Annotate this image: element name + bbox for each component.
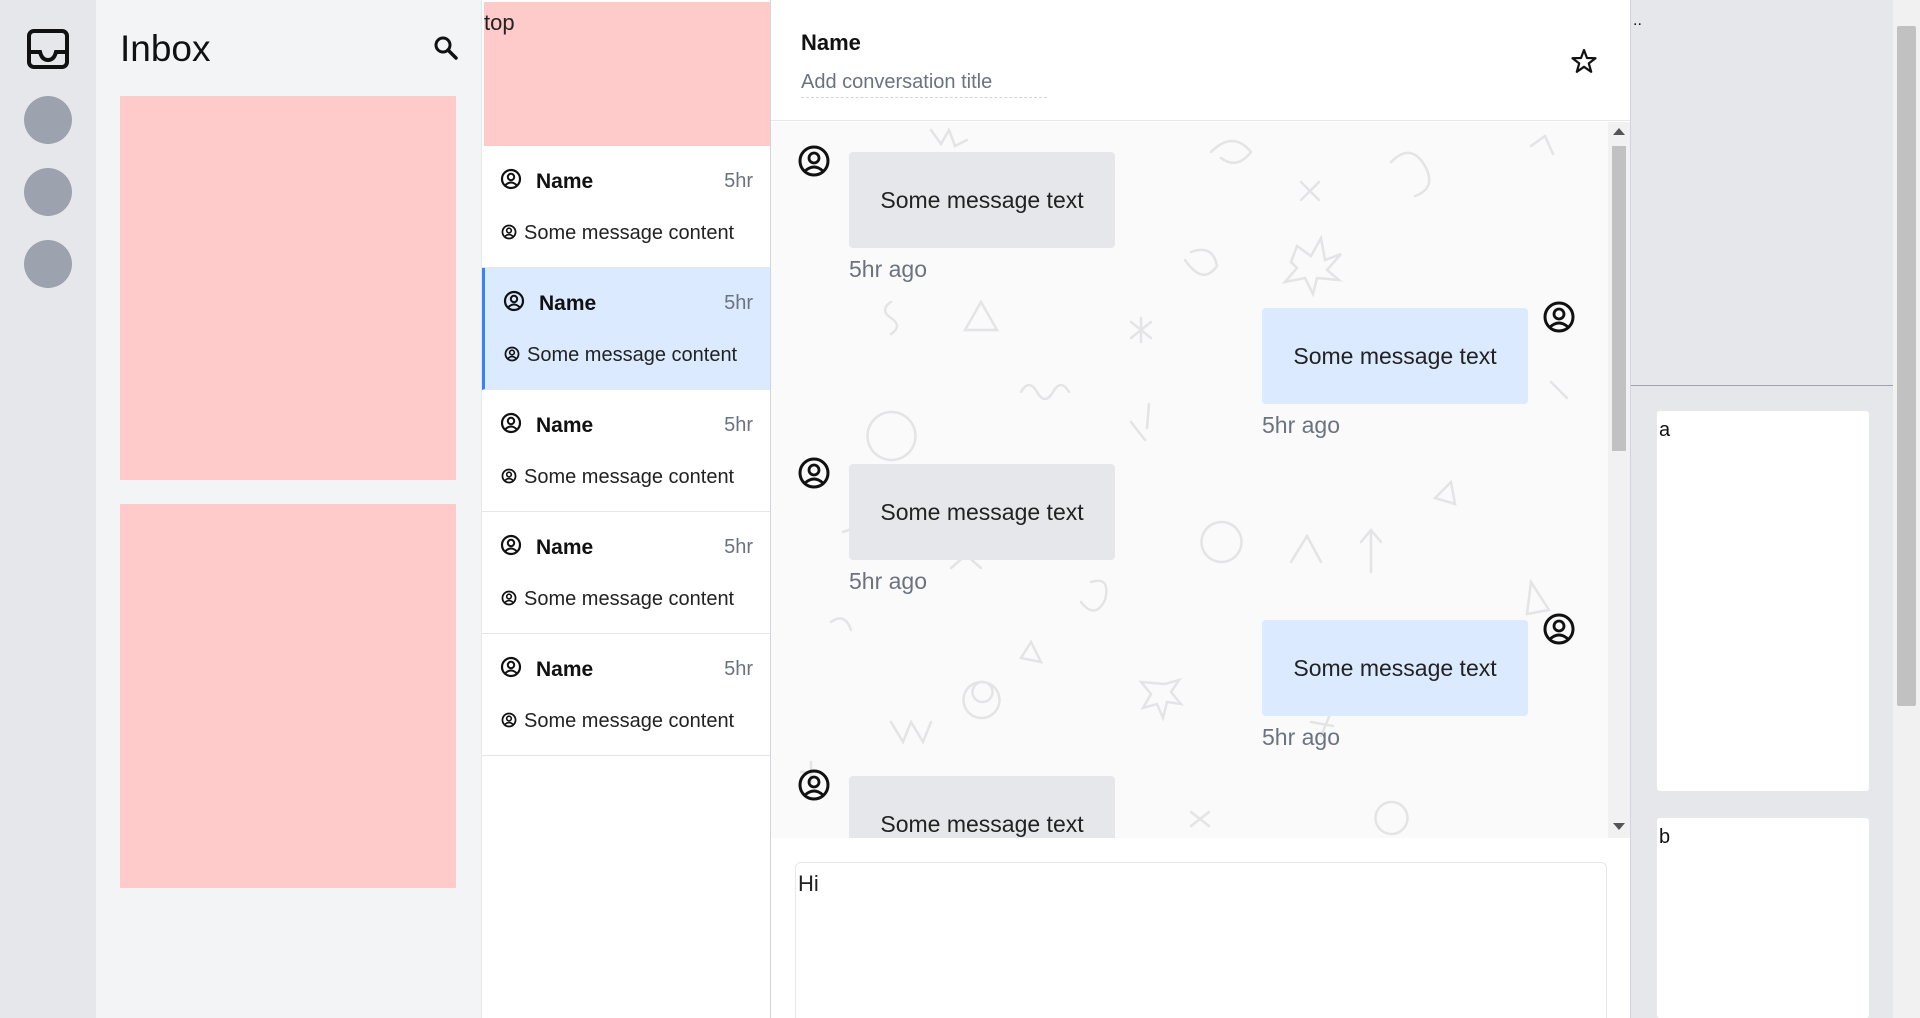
conversation-time: 5hr <box>724 536 753 558</box>
message-timestamp: 5hr ago <box>849 256 928 282</box>
inbox-tray-icon[interactable] <box>26 28 70 70</box>
message-bubble-outgoing: Some message text <box>1262 308 1528 404</box>
conversation-preview: Some message content <box>527 344 738 366</box>
conversation-preview: Some message content <box>524 588 735 610</box>
user-circle-icon <box>798 457 830 489</box>
conversation-preview: Some message content <box>524 710 735 732</box>
right-panel-card-b: b <box>1657 818 1869 1018</box>
star-icon[interactable] <box>1571 48 1597 74</box>
card-label: b <box>1659 826 1671 848</box>
app-rail <box>0 0 96 1018</box>
user-circle-icon <box>500 534 522 556</box>
rail-nav-dot-3[interactable] <box>24 240 72 288</box>
conversation-item[interactable]: Name 5hr Some message content <box>482 512 771 634</box>
message-bubble-incoming: Some message text <box>849 152 1115 248</box>
message-timestamp: 5hr ago <box>849 568 928 594</box>
divider <box>1631 385 1894 386</box>
rail-nav-dot-2[interactable] <box>24 168 72 216</box>
user-circle-icon <box>500 412 522 434</box>
right-panel-ellipsis: .. <box>1633 12 1642 29</box>
chat-header: Name <box>771 0 1631 121</box>
scrollbar-thumb[interactable] <box>1612 146 1626 451</box>
scroll-down-arrow-icon[interactable] <box>1613 823 1625 830</box>
conversation-list: top Name 5hr Some message content Name 5… <box>481 0 771 1018</box>
user-circle-icon <box>1543 301 1575 333</box>
message-bubble-incoming: Some message text <box>849 776 1115 838</box>
inbox-placeholder-block-2 <box>120 504 456 888</box>
inbox-panel: Inbox <box>96 0 481 1018</box>
message-timestamp: 5hr ago <box>1262 412 1341 438</box>
page-scrollbar[interactable] <box>1893 0 1920 1018</box>
conversation-time: 5hr <box>724 170 753 192</box>
page-title: Inbox <box>120 28 211 69</box>
message-composer[interactable]: Hi <box>795 862 1607 1018</box>
conversation-name: Name <box>536 170 594 193</box>
conversation-item-active[interactable]: Name 5hr Some message content <box>482 268 771 390</box>
conversation-name: Name <box>536 536 594 559</box>
conversation-item[interactable]: Name 5hr Some message content <box>482 634 771 756</box>
message-bubble-outgoing: Some message text <box>1262 620 1528 716</box>
conversation-time: 5hr <box>724 658 753 680</box>
message-thread[interactable]: Some message text 5hr ago Some message t… <box>771 122 1608 838</box>
top-label: top <box>484 10 515 35</box>
conversation-list-top-block: top <box>484 2 771 146</box>
conversation-preview: Some message content <box>524 466 735 488</box>
scroll-up-arrow-icon[interactable] <box>1613 128 1625 135</box>
inbox-placeholder-block-1 <box>120 96 456 480</box>
search-icon[interactable] <box>432 34 460 62</box>
rail-nav-dot-1[interactable] <box>24 96 72 144</box>
user-circle-icon <box>500 656 522 678</box>
right-panel-card-a: a <box>1657 411 1869 791</box>
conversation-time: 5hr <box>724 414 753 436</box>
user-circle-icon <box>1543 613 1575 645</box>
user-circle-icon <box>500 168 522 190</box>
conversation-item[interactable]: Name 5hr Some message content <box>482 146 771 268</box>
user-circle-icon <box>501 224 517 240</box>
user-circle-icon <box>503 290 525 312</box>
chat-panel: Name Add conversation title Some message… <box>770 0 1631 1018</box>
user-circle-icon <box>501 590 517 606</box>
card-label: a <box>1659 419 1671 441</box>
conversation-name: Name <box>536 658 594 681</box>
conversation-name: Name <box>539 292 597 315</box>
chat-contact-name: Name <box>801 30 861 55</box>
conversation-item[interactable]: Name 5hr Some message content <box>482 390 771 512</box>
message-bubble-incoming: Some message text <box>849 464 1115 560</box>
message-scrollbar[interactable] <box>1608 122 1630 838</box>
message-timestamp: 5hr ago <box>1262 724 1341 750</box>
conversation-title-input[interactable] <box>801 68 1047 98</box>
user-circle-icon <box>501 712 517 728</box>
conversation-preview: Some message content <box>524 222 735 244</box>
user-circle-icon <box>504 346 520 362</box>
conversation-time: 5hr <box>724 292 753 314</box>
conversation-name: Name <box>536 414 594 437</box>
page-scrollbar-thumb[interactable] <box>1897 26 1916 706</box>
right-panel: .. a b <box>1630 0 1894 1018</box>
user-circle-icon <box>501 468 517 484</box>
user-circle-icon <box>798 145 830 177</box>
user-circle-icon <box>798 769 830 801</box>
